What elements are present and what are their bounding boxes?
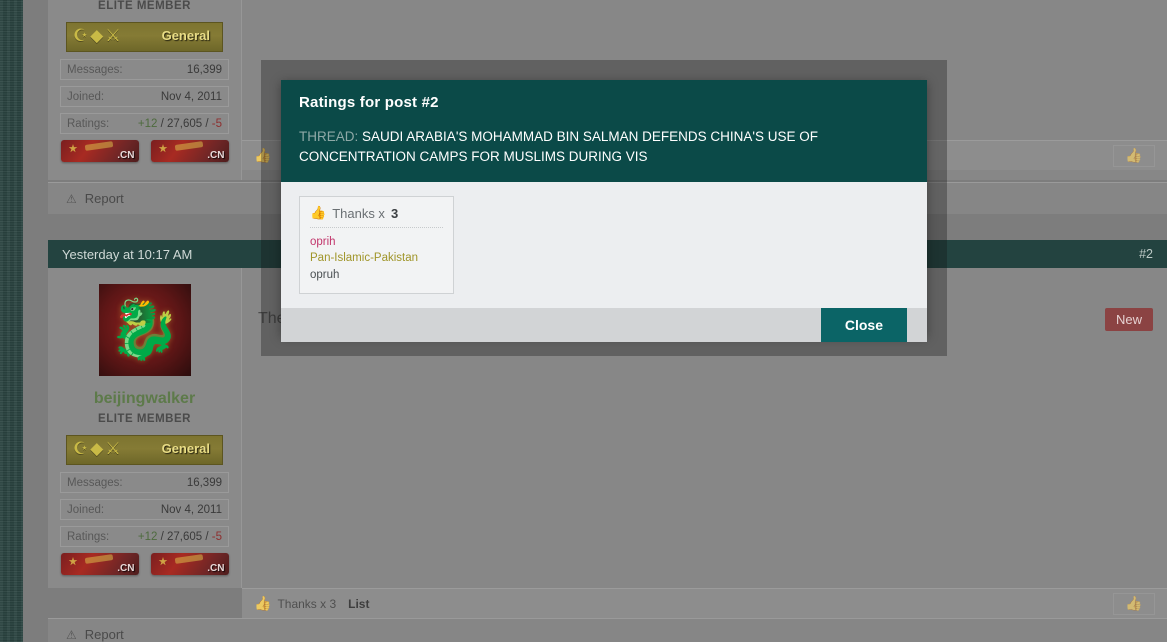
post-2-report-bar[interactable]: ⚠ Report [48, 618, 1167, 642]
ratings-negative: -5 [211, 117, 222, 130]
post-2-rank-name: General [161, 441, 210, 456]
warning-triangle-icon: ⚠ [66, 627, 77, 642]
ratings-positive: +12 [137, 117, 158, 130]
new-badge: New [1104, 308, 1153, 331]
modal-thread-label: THREAD: [299, 129, 359, 144]
post-2-flag-badges: .CN .CN [48, 553, 241, 575]
page-background-texture [0, 0, 23, 642]
ratings-sep: / [157, 117, 167, 130]
rating-group-thanks: 👍 Thanks x 3 oprih Pan-Islamic-Pakistan … [299, 196, 454, 295]
post-1-user-sidebar: ELITE MEMBER ☪◆⚔ General Messages: 16,39… [48, 0, 242, 180]
rating-group-header: 👍 Thanks x 3 [310, 205, 443, 229]
stat-key: Messages: [67, 476, 123, 489]
stat-row: Joined: Nov 4, 2011 [60, 499, 229, 520]
close-button[interactable]: Close [820, 308, 907, 343]
post-2-username[interactable]: beijingwalker [48, 390, 241, 408]
modal-body: 👍 Thanks x 3 oprih Pan-Islamic-Pakistan … [281, 182, 927, 309]
post-2-rank-badge: ☪◆⚔ General [66, 435, 223, 465]
stat-key: Joined: [67, 90, 105, 103]
post-2-member-title: ELITE MEMBER [98, 413, 191, 425]
post-2-timestamp[interactable]: Yesterday at 10:17 AM [62, 247, 192, 262]
modal-title: Ratings for post #2 [299, 94, 439, 111]
rank-glyphs-icon: ☪◆⚔ [73, 26, 123, 45]
ratings-positive: +12 [137, 530, 158, 543]
post-1-report-label: Report [84, 191, 124, 206]
post-1-member-title: ELITE MEMBER [98, 0, 191, 12]
flag-badge-cn: .CN [150, 553, 229, 575]
list-item[interactable]: Pan-Islamic-Pakistan [310, 250, 443, 266]
stat-row: Joined: Nov 4, 2011 [60, 86, 229, 107]
stat-key: Joined: [67, 503, 105, 516]
flag-label: .CN [207, 150, 225, 161]
stat-value: +12 / 27,605 / -5 [138, 118, 222, 130]
ratings-neutral: 27,605 [166, 530, 203, 543]
like-button[interactable]: 👍 [1113, 144, 1155, 167]
post-2-number[interactable]: #2 [1139, 247, 1153, 261]
stat-value: Nov 4, 2011 [160, 90, 222, 103]
avatar[interactable]: 🐉 [98, 284, 191, 376]
modal-footer: Close [281, 308, 927, 343]
stat-value: 16,399 [186, 476, 222, 489]
dragon-avatar-icon: 🐉 [108, 297, 181, 362]
stat-row: Messages: 16,399 [60, 472, 229, 493]
flag-badge-cn: .CN [60, 553, 139, 575]
screen-root: https://www.newsweek.com/saudi-arab...nd… [0, 0, 1167, 642]
thanks-list-link[interactable]: List [348, 597, 369, 611]
list-item[interactable]: opruh [310, 267, 443, 283]
modal-header: Ratings for post #2 THREAD: SAUDI ARABIA… [281, 80, 927, 183]
modal-thread-title: SAUDI ARABIA'S MOHAMMAD BIN SALMAN DEFEN… [299, 129, 819, 164]
post-2-footer: 👍 Thanks x 3 List 👍 [242, 588, 1167, 618]
like-button[interactable]: 👍 [1113, 592, 1155, 615]
stat-row-ratings: Ratings: +12 / 27,605 / -5 [60, 526, 229, 547]
flag-label: .CN [117, 563, 135, 574]
flag-badge-cn: .CN [150, 140, 229, 162]
post-2-thanks-count: Thanks x 3 [277, 596, 337, 611]
post-2-user-sidebar: 🐉 beijingwalker ELITE MEMBER ☪◆⚔ General… [48, 268, 242, 588]
warning-triangle-icon: ⚠ [66, 191, 77, 206]
stat-key: Ratings: [67, 117, 110, 130]
thumbs-up-icon: 👍 [254, 595, 272, 611]
post-2-report-label: Report [84, 627, 124, 642]
post-1-rank-name: General [161, 28, 210, 43]
ratings-sep: / [202, 530, 212, 543]
rating-group-label: Thanks x [332, 205, 385, 221]
rating-user-list: oprih Pan-Islamic-Pakistan opruh [310, 234, 443, 283]
page-background-gutter [23, 0, 48, 642]
rank-glyphs-icon: ☪◆⚔ [73, 439, 123, 458]
modal-thread-line: THREAD: SAUDI ARABIA'S MOHAMMAD BIN SALM… [299, 127, 909, 166]
flag-label: .CN [207, 563, 225, 574]
stat-value: +12 / 27,605 / -5 [138, 531, 222, 543]
flag-badge-cn: .CN [60, 140, 139, 162]
stat-value: 16,399 [186, 63, 222, 76]
thumbs-up-icon: 👍 [310, 205, 327, 221]
stat-value: Nov 4, 2011 [160, 503, 222, 516]
post-1-flag-badges: .CN .CN [48, 140, 241, 162]
stat-key: Ratings: [67, 530, 110, 543]
ratings-modal: Ratings for post #2 THREAD: SAUDI ARABIA… [281, 80, 927, 343]
ratings-sep: / [157, 530, 167, 543]
flag-label: .CN [117, 150, 135, 161]
stat-key: Messages: [67, 63, 123, 76]
list-item[interactable]: oprih [310, 234, 443, 250]
ratings-sep: / [202, 117, 212, 130]
rating-group-count: 3 [390, 205, 399, 221]
post-1-rank-badge: ☪◆⚔ General [66, 22, 223, 52]
post-1-stats: Messages: 16,399 Joined: Nov 4, 2011 Rat… [60, 59, 229, 134]
stat-row: Messages: 16,399 [60, 59, 229, 80]
ratings-negative: -5 [211, 530, 222, 543]
post-2-stats: Messages: 16,399 Joined: Nov 4, 2011 Rat… [60, 472, 229, 547]
ratings-neutral: 27,605 [166, 117, 203, 130]
stat-row-ratings: Ratings: +12 / 27,605 / -5 [60, 113, 229, 134]
